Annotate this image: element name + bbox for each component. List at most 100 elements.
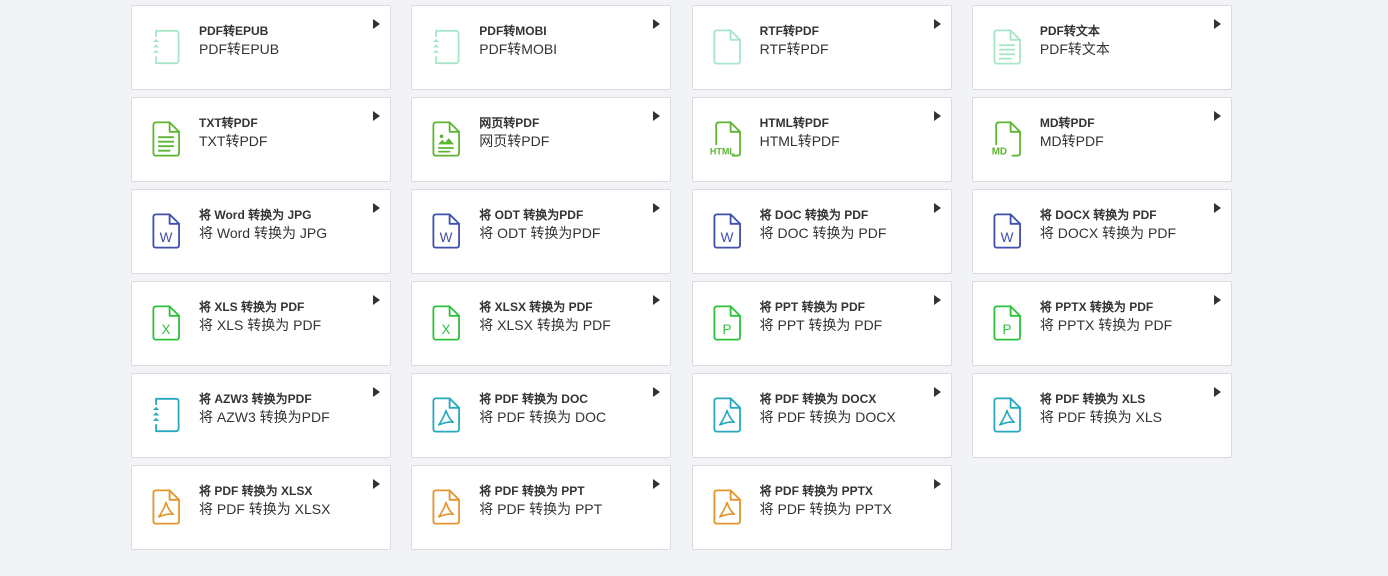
expand-arrow-icon[interactable]	[653, 111, 661, 121]
expand-arrow-icon[interactable]	[373, 203, 380, 213]
tool-description: 将 XLSX 转换为 PDF	[479, 317, 611, 333]
file-text-icon	[148, 119, 184, 159]
expand-arrow-icon[interactable]	[373, 479, 380, 489]
tool-card[interactable]: 将 PDF 转换为 XLSX 将 PDF 转换为 XLSX	[131, 465, 391, 550]
pdf-file-icon	[709, 395, 745, 435]
tool-card[interactable]: W 将 DOC 转换为 PDF 将 DOC 转换为 PDF	[691, 189, 952, 274]
pdf-file-icon	[428, 487, 464, 527]
expand-arrow-icon[interactable]	[373, 295, 380, 305]
word-file-icon: W	[428, 211, 464, 251]
tool-title: 将 DOC 转换为 PDF	[759, 208, 869, 222]
tool-card[interactable]: PDF转MOBI PDF转MOBI	[411, 5, 672, 90]
tool-card[interactable]: W 将 ODT 转换为PDF 将 ODT 转换为PDF	[411, 189, 672, 274]
tool-card[interactable]: 网页转PDF 网页转PDF	[411, 97, 672, 182]
tool-description: 将 PDF 转换为 PPT	[479, 501, 603, 517]
excel-file-icon: X	[148, 303, 184, 343]
file-letter: X	[442, 322, 451, 337]
expand-arrow-icon[interactable]	[933, 203, 941, 213]
expand-arrow-icon[interactable]	[933, 295, 941, 305]
tool-card[interactable]: X 将 XLS 转换为 PDF 将 XLS 转换为 PDF	[131, 281, 391, 366]
expand-arrow-icon[interactable]	[653, 479, 661, 489]
expand-arrow-icon[interactable]	[653, 19, 661, 29]
ebook-icon	[428, 27, 464, 67]
expand-arrow-icon[interactable]	[933, 111, 941, 121]
tool-card[interactable]: PDF转文本 PDF转文本	[971, 5, 1232, 90]
tool-description: 将 PDF 转换为 XLS	[1039, 409, 1163, 425]
tool-description: 将 PPTX 转换为 PDF	[1039, 317, 1173, 333]
tool-description: 将 XLS 转换为 PDF	[199, 317, 322, 333]
expand-arrow-icon[interactable]	[653, 295, 661, 305]
md-file-icon: MD	[989, 119, 1025, 159]
tool-title: MD转PDF	[1039, 116, 1095, 130]
file-letter: W	[1001, 230, 1014, 245]
file-image-icon	[428, 119, 464, 159]
tool-title: TXT转PDF	[199, 116, 258, 130]
expand-arrow-icon[interactable]	[933, 479, 941, 489]
file-letter: P	[1002, 322, 1011, 337]
expand-arrow-icon[interactable]	[933, 19, 941, 29]
tool-card[interactable]: TXT转PDF TXT转PDF	[131, 97, 391, 182]
tool-card[interactable]: RTF转PDF RTF转PDF	[691, 5, 952, 90]
file-letter: W	[720, 230, 733, 245]
expand-arrow-icon[interactable]	[1213, 111, 1221, 121]
tool-card[interactable]: W 将 Word 转换为 JPG 将 Word 转换为 JPG	[131, 189, 391, 274]
expand-arrow-icon[interactable]	[1213, 295, 1221, 305]
tool-title: RTF转PDF	[759, 24, 819, 38]
tool-description: PDF转文本	[1039, 41, 1110, 57]
tool-card[interactable]: 将 PDF 转换为 DOC 将 PDF 转换为 DOC	[411, 373, 672, 458]
tool-title: 将 PDF 转换为 XLSX	[199, 484, 313, 498]
tool-title: 将 PDF 转换为 PPT	[479, 484, 585, 498]
word-file-icon: W	[709, 211, 745, 251]
tool-title: 将 PPTX 转换为 PDF	[1039, 300, 1154, 314]
tool-title: 将 PDF 转换为 XLS	[1039, 392, 1146, 406]
file-text-icon	[989, 27, 1025, 67]
expand-arrow-icon[interactable]	[1213, 387, 1221, 397]
tool-description: 将 Word 转换为 JPG	[199, 225, 328, 241]
file-letter: W	[160, 230, 173, 245]
tool-grid: PDF转EPUB PDF转EPUB PDF转MOBI PDF转MOBI RTF转PDF R…	[131, 5, 1232, 550]
html-file-icon: HTML	[709, 119, 745, 159]
file-blank-icon	[709, 27, 745, 67]
tool-card[interactable]: X 将 XLSX 转换为 PDF 将 XLSX 转换为 PDF	[411, 281, 672, 366]
expand-arrow-icon[interactable]	[653, 387, 661, 397]
tool-card[interactable]: 将 PDF 转换为 PPTX 将 PDF 转换为 PPTX	[691, 465, 952, 550]
tool-title: 将 XLSX 转换为 PDF	[479, 300, 593, 314]
tool-title: 将 PDF 转换为 DOC	[479, 392, 588, 406]
expand-arrow-icon[interactable]	[373, 387, 380, 397]
tool-card[interactable]: 将 PDF 转换为 DOCX 将 PDF 转换为 DOCX	[691, 373, 952, 458]
file-letter: P	[722, 322, 731, 337]
expand-arrow-icon[interactable]	[373, 111, 380, 121]
expand-arrow-icon[interactable]	[1213, 203, 1221, 213]
tool-description: 将 PPT 转换为 PDF	[759, 317, 883, 333]
tool-card[interactable]: 将 PDF 转换为 XLS 将 PDF 转换为 XLS	[971, 373, 1232, 458]
expand-arrow-icon[interactable]	[373, 19, 380, 29]
word-file-icon: W	[989, 211, 1025, 251]
expand-arrow-icon[interactable]	[1213, 19, 1221, 29]
tool-card[interactable]: PDF转EPUB PDF转EPUB	[131, 5, 391, 90]
tool-description: TXT转PDF	[199, 133, 268, 149]
tool-card[interactable]: HTML HTML转PDF HTML转PDF	[691, 97, 952, 182]
file-letter: W	[440, 230, 453, 245]
expand-arrow-icon[interactable]	[933, 387, 941, 397]
tool-description: 将 PDF 转换为 DOC	[479, 409, 607, 425]
pdf-file-icon	[709, 487, 745, 527]
tool-description: PDF转EPUB	[199, 41, 280, 57]
tool-card[interactable]: P 将 PPTX 转换为 PDF 将 PPTX 转换为 PDF	[971, 281, 1232, 366]
tool-description: 将 DOCX 转换为 PDF	[1039, 225, 1177, 241]
tool-card[interactable]: MD MD转PDF MD转PDF	[971, 97, 1232, 182]
expand-arrow-icon[interactable]	[653, 203, 661, 213]
tool-title: HTML转PDF	[759, 116, 829, 130]
tool-title: 将 XLS 转换为 PDF	[199, 300, 305, 314]
tool-title: PDF转MOBI	[479, 24, 547, 38]
file-tag: MD	[992, 146, 1007, 157]
pdf-file-icon	[428, 395, 464, 435]
tool-card[interactable]: 将 AZW3 转换为PDF 将 AZW3 转换为PDF	[131, 373, 391, 458]
ppt-file-icon: P	[709, 303, 745, 343]
tool-card[interactable]: 将 PDF 转换为 PPT 将 PDF 转换为 PPT	[411, 465, 672, 550]
tool-card[interactable]: P 将 PPT 转换为 PDF 将 PPT 转换为 PDF	[691, 281, 952, 366]
tool-title: 将 AZW3 转换为PDF	[199, 392, 312, 406]
tool-title: 网页转PDF	[479, 116, 540, 130]
tool-title: 将 PPT 转换为 PDF	[759, 300, 865, 314]
tool-card[interactable]: W 将 DOCX 转换为 PDF 将 DOCX 转换为 PDF	[971, 189, 1232, 274]
tool-description: PDF转MOBI	[479, 41, 558, 57]
